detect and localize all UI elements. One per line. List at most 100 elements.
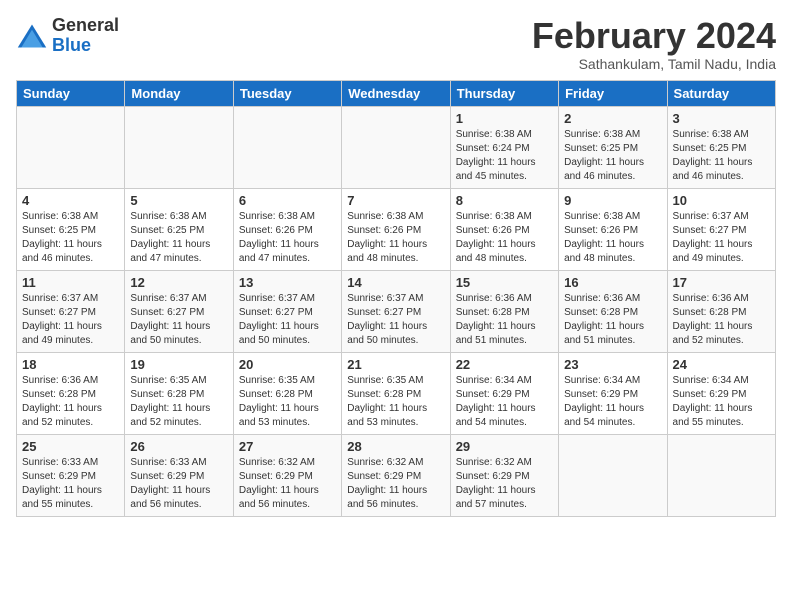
calendar-cell: 22Sunrise: 6:34 AM Sunset: 6:29 PM Dayli…	[450, 352, 558, 434]
day-details: Sunrise: 6:36 AM Sunset: 6:28 PM Dayligh…	[456, 292, 553, 348]
day-number: 11	[22, 275, 119, 290]
calendar-body: 1 Sunrise: 6:38 AM Sunset: 6:24 PM Daylig…	[17, 106, 776, 516]
calendar-cell: 19Sunrise: 6:35 AM Sunset: 6:28 PM Dayli…	[125, 352, 233, 434]
day-number: 14	[347, 275, 444, 290]
day-details: Sunrise: 6:33 AM Sunset: 6:29 PM Dayligh…	[130, 456, 227, 512]
day-number: 18	[22, 357, 119, 372]
header-cell-tuesday: Tuesday	[233, 80, 341, 106]
day-number: 24	[673, 357, 770, 372]
day-number: 12	[130, 275, 227, 290]
header-cell-monday: Monday	[125, 80, 233, 106]
calendar-cell	[342, 106, 450, 188]
day-number: 13	[239, 275, 336, 290]
day-number: 1	[456, 111, 553, 126]
day-details: Sunrise: 6:32 AM Sunset: 6:29 PM Dayligh…	[347, 456, 444, 512]
calendar-cell: 9 Sunrise: 6:38 AM Sunset: 6:26 PM Daylig…	[559, 188, 667, 270]
calendar-cell: 17Sunrise: 6:36 AM Sunset: 6:28 PM Dayli…	[667, 270, 775, 352]
calendar-table: SundayMondayTuesdayWednesdayThursdayFrid…	[16, 80, 776, 517]
calendar-week-1: 1 Sunrise: 6:38 AM Sunset: 6:24 PM Daylig…	[17, 106, 776, 188]
day-number: 28	[347, 439, 444, 454]
day-number: 2	[564, 111, 661, 126]
day-details: Sunrise: 6:37 AM Sunset: 6:27 PM Dayligh…	[347, 292, 444, 348]
location-subtitle: Sathankulam, Tamil Nadu, India	[532, 56, 776, 72]
day-number: 5	[130, 193, 227, 208]
day-number: 9	[564, 193, 661, 208]
month-title: February 2024	[532, 16, 776, 56]
calendar-week-5: 25 Sunrise: 6:33 AM Sunset: 6:29 PM Dayli…	[17, 434, 776, 516]
calendar-cell: 25 Sunrise: 6:33 AM Sunset: 6:29 PM Dayli…	[17, 434, 125, 516]
calendar-cell: 14 Sunrise: 6:37 AM Sunset: 6:27 PM Dayli…	[342, 270, 450, 352]
logo-general: General	[52, 16, 119, 36]
calendar-week-3: 11 Sunrise: 6:37 AM Sunset: 6:27 PM Dayli…	[17, 270, 776, 352]
logo: General Blue	[16, 16, 119, 56]
day-details: Sunrise: 6:37 AM Sunset: 6:27 PM Dayligh…	[22, 292, 119, 348]
day-details: Sunrise: 6:35 AM Sunset: 6:28 PM Dayligh…	[347, 374, 444, 430]
calendar-cell: 18Sunrise: 6:36 AM Sunset: 6:28 PM Dayli…	[17, 352, 125, 434]
day-number: 26	[130, 439, 227, 454]
calendar-cell: 29 Sunrise: 6:32 AM Sunset: 6:29 PM Dayli…	[450, 434, 558, 516]
calendar-cell: 26 Sunrise: 6:33 AM Sunset: 6:29 PM Dayli…	[125, 434, 233, 516]
day-number: 20	[239, 357, 336, 372]
day-number: 6	[239, 193, 336, 208]
calendar-cell: 27Sunrise: 6:32 AM Sunset: 6:29 PM Dayli…	[233, 434, 341, 516]
calendar-cell: 21 Sunrise: 6:35 AM Sunset: 6:28 PM Dayli…	[342, 352, 450, 434]
day-details: Sunrise: 6:38 AM Sunset: 6:26 PM Dayligh…	[564, 210, 661, 266]
logo-text: General Blue	[52, 16, 119, 56]
calendar-cell: 3Sunrise: 6:38 AM Sunset: 6:25 PM Daylig…	[667, 106, 775, 188]
day-details: Sunrise: 6:38 AM Sunset: 6:26 PM Dayligh…	[347, 210, 444, 266]
day-number: 22	[456, 357, 553, 372]
day-details: Sunrise: 6:32 AM Sunset: 6:29 PM Dayligh…	[239, 456, 336, 512]
page-header: General Blue February 2024 Sathankulam, …	[16, 16, 776, 72]
day-details: Sunrise: 6:37 AM Sunset: 6:27 PM Dayligh…	[130, 292, 227, 348]
day-details: Sunrise: 6:34 AM Sunset: 6:29 PM Dayligh…	[564, 374, 661, 430]
calendar-cell: 13 Sunrise: 6:37 AM Sunset: 6:27 PM Dayli…	[233, 270, 341, 352]
day-details: Sunrise: 6:38 AM Sunset: 6:26 PM Dayligh…	[456, 210, 553, 266]
calendar-cell: 7 Sunrise: 6:38 AM Sunset: 6:26 PM Daylig…	[342, 188, 450, 270]
header-cell-wednesday: Wednesday	[342, 80, 450, 106]
day-number: 29	[456, 439, 553, 454]
day-details: Sunrise: 6:38 AM Sunset: 6:25 PM Dayligh…	[564, 128, 661, 184]
day-details: Sunrise: 6:35 AM Sunset: 6:28 PM Dayligh…	[239, 374, 336, 430]
header-row: SundayMondayTuesdayWednesdayThursdayFrid…	[17, 80, 776, 106]
calendar-cell	[559, 434, 667, 516]
calendar-cell: 16 Sunrise: 6:36 AM Sunset: 6:28 PM Dayli…	[559, 270, 667, 352]
calendar-cell: 2 Sunrise: 6:38 AM Sunset: 6:25 PM Daylig…	[559, 106, 667, 188]
logo-blue: Blue	[52, 36, 119, 56]
calendar-cell: 12 Sunrise: 6:37 AM Sunset: 6:27 PM Dayli…	[125, 270, 233, 352]
calendar-cell: 10Sunrise: 6:37 AM Sunset: 6:27 PM Dayli…	[667, 188, 775, 270]
title-block: February 2024 Sathankulam, Tamil Nadu, I…	[532, 16, 776, 72]
calendar-header: SundayMondayTuesdayWednesdayThursdayFrid…	[17, 80, 776, 106]
logo-icon	[16, 22, 48, 50]
day-number: 17	[673, 275, 770, 290]
day-number: 21	[347, 357, 444, 372]
calendar-cell: 11 Sunrise: 6:37 AM Sunset: 6:27 PM Dayli…	[17, 270, 125, 352]
day-number: 23	[564, 357, 661, 372]
calendar-cell: 5 Sunrise: 6:38 AM Sunset: 6:25 PM Daylig…	[125, 188, 233, 270]
day-number: 25	[22, 439, 119, 454]
calendar-week-2: 4Sunrise: 6:38 AM Sunset: 6:25 PM Daylig…	[17, 188, 776, 270]
header-cell-sunday: Sunday	[17, 80, 125, 106]
calendar-cell	[17, 106, 125, 188]
day-details: Sunrise: 6:36 AM Sunset: 6:28 PM Dayligh…	[564, 292, 661, 348]
day-details: Sunrise: 6:33 AM Sunset: 6:29 PM Dayligh…	[22, 456, 119, 512]
calendar-cell: 1 Sunrise: 6:38 AM Sunset: 6:24 PM Daylig…	[450, 106, 558, 188]
calendar-cell	[667, 434, 775, 516]
day-details: Sunrise: 6:38 AM Sunset: 6:26 PM Dayligh…	[239, 210, 336, 266]
calendar-cell	[125, 106, 233, 188]
header-cell-thursday: Thursday	[450, 80, 558, 106]
day-details: Sunrise: 6:38 AM Sunset: 6:24 PM Dayligh…	[456, 128, 553, 184]
day-details: Sunrise: 6:38 AM Sunset: 6:25 PM Dayligh…	[130, 210, 227, 266]
day-number: 16	[564, 275, 661, 290]
calendar-cell: 15 Sunrise: 6:36 AM Sunset: 6:28 PM Dayli…	[450, 270, 558, 352]
day-details: Sunrise: 6:34 AM Sunset: 6:29 PM Dayligh…	[673, 374, 770, 430]
day-number: 15	[456, 275, 553, 290]
calendar-cell: 8 Sunrise: 6:38 AM Sunset: 6:26 PM Daylig…	[450, 188, 558, 270]
day-details: Sunrise: 6:37 AM Sunset: 6:27 PM Dayligh…	[239, 292, 336, 348]
header-cell-friday: Friday	[559, 80, 667, 106]
day-number: 7	[347, 193, 444, 208]
day-details: Sunrise: 6:32 AM Sunset: 6:29 PM Dayligh…	[456, 456, 553, 512]
calendar-cell	[233, 106, 341, 188]
day-number: 8	[456, 193, 553, 208]
day-details: Sunrise: 6:35 AM Sunset: 6:28 PM Dayligh…	[130, 374, 227, 430]
day-details: Sunrise: 6:38 AM Sunset: 6:25 PM Dayligh…	[673, 128, 770, 184]
